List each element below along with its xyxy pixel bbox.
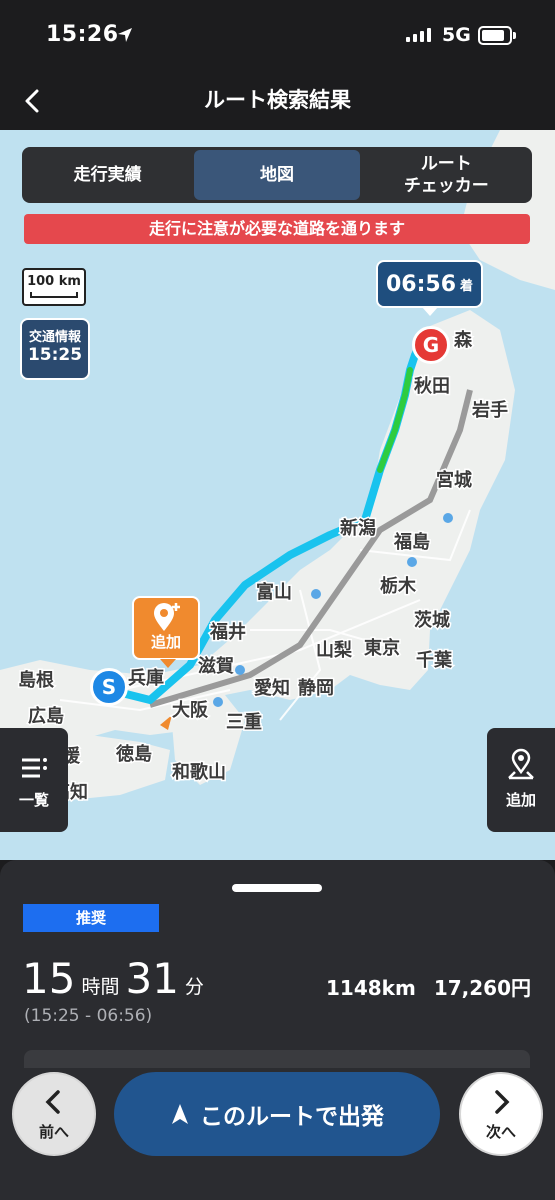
location-arrow-icon [118, 28, 132, 42]
label-mie: 三重 [226, 711, 262, 733]
label-fukui: 福井 [209, 621, 246, 643]
city-dot [235, 665, 245, 675]
list-label: 一覧 [18, 791, 49, 809]
time-range: (15:25 - 06:56) [24, 1006, 153, 1026]
label-niigata: 新潟 [340, 517, 376, 539]
traffic-label: 交通情報 [28, 330, 81, 345]
navigation-arrow-icon [172, 1104, 188, 1124]
arrival-callout: 06:56 着 [376, 260, 484, 316]
label-ibaraki: 茨城 [414, 609, 450, 631]
arrival-time: 06:56 [386, 271, 457, 297]
label-hyogo: 兵庫 [128, 667, 164, 689]
add-stop-label: 追加 [505, 791, 536, 809]
prev-label: 前へ [38, 1123, 69, 1141]
location-plus-icon [154, 603, 180, 631]
status-bar: 15:26 5G [0, 0, 555, 74]
duration-hours: 15 [22, 954, 76, 1003]
sheet-divider [24, 1050, 530, 1068]
status-time: 15:26 [46, 22, 119, 47]
bottom-actions: 前へ このルートで出発 次へ [0, 1072, 555, 1200]
label-akita: 秋田 [414, 375, 450, 397]
next-route-button[interactable]: 次へ [459, 1072, 543, 1156]
recommended-badge: 推奨 [23, 904, 159, 932]
nav-bar: ルート検索結果 [0, 74, 555, 130]
label-shimane: 島根 [18, 669, 54, 691]
map-scale: 100 km [22, 268, 86, 306]
list-icon [22, 758, 47, 778]
tab-route-checker[interactable]: ルート チェッカー [364, 150, 529, 200]
city-dot [407, 557, 417, 567]
add-stop-button[interactable]: 追加 [487, 728, 555, 832]
traffic-info-button[interactable]: 交通情報 15:25 [20, 318, 90, 380]
sheet-grabber[interactable] [232, 884, 322, 892]
network-type: 5G [442, 24, 471, 46]
goal-marker[interactable]: G [412, 326, 450, 364]
city-dot [213, 697, 223, 707]
label-aichi: 愛知 [254, 677, 290, 699]
label-wakayama: 和歌山 [172, 761, 226, 783]
distance-toll: 1148km 17,260円 [326, 972, 531, 1001]
label-osaka: 大阪 [172, 699, 209, 721]
label-tokushima: 徳島 [115, 743, 152, 765]
label-shiga: 滋賀 [198, 655, 234, 677]
tab-driving-record[interactable]: 走行実績 [25, 150, 190, 200]
prev-route-button[interactable]: 前へ [12, 1072, 96, 1156]
battery-icon [478, 26, 516, 45]
toll: 17,260円 [433, 976, 531, 1000]
signal-icon [406, 28, 431, 42]
start-route-label: このルートで出発 [200, 1104, 384, 1130]
start-route-button[interactable]: このルートで出発 [114, 1072, 440, 1156]
label-tokyo: 東京 [364, 637, 400, 659]
map-pin-add-icon [508, 748, 534, 780]
city-dot [443, 513, 453, 523]
duration-hours-unit: 時間 [81, 976, 120, 998]
scale-bar [30, 292, 78, 298]
view-tabs: 走行実績 地図 ルート チェッカー [22, 147, 532, 203]
label-yamanashi: 山梨 [316, 639, 352, 661]
list-button[interactable]: 一覧 [0, 728, 68, 832]
road-warning-banner[interactable]: 走行に注意が必要な道路を通ります [24, 214, 530, 244]
label-mori: 森 [454, 329, 473, 351]
label-tochigi: 栃木 [380, 575, 417, 597]
tab-map[interactable]: 地図 [194, 150, 360, 200]
label-miyagi: 宮城 [436, 469, 472, 491]
city-dot [311, 589, 321, 599]
distance: 1148km [326, 976, 416, 1000]
label-fukushima: 福島 [393, 531, 430, 553]
duration-minutes: 31 [125, 954, 179, 1003]
scale-label: 100 km [27, 274, 81, 289]
label-iwate: 岩手 [471, 399, 508, 421]
start-marker[interactable]: S [90, 668, 128, 706]
duration-minutes-unit: 分 [184, 976, 204, 998]
add-waypoint-pin[interactable]: 追加 [132, 596, 200, 668]
label-chiba: 千葉 [416, 650, 453, 671]
traffic-time: 15:25 [27, 345, 83, 365]
chevron-left-icon [45, 1090, 60, 1114]
next-label: 次へ [485, 1123, 516, 1141]
chevron-right-icon [495, 1090, 510, 1114]
arrival-suffix: 着 [460, 278, 474, 294]
label-shizuoka: 静岡 [298, 677, 334, 699]
add-waypoint-label: 追加 [150, 633, 181, 651]
label-toyama: 富山 [256, 581, 292, 603]
page-title: ルート検索結果 [204, 88, 351, 112]
duration: 15 時間 31 分 [22, 954, 204, 1003]
label-hiroshima: 広島 [28, 705, 64, 727]
